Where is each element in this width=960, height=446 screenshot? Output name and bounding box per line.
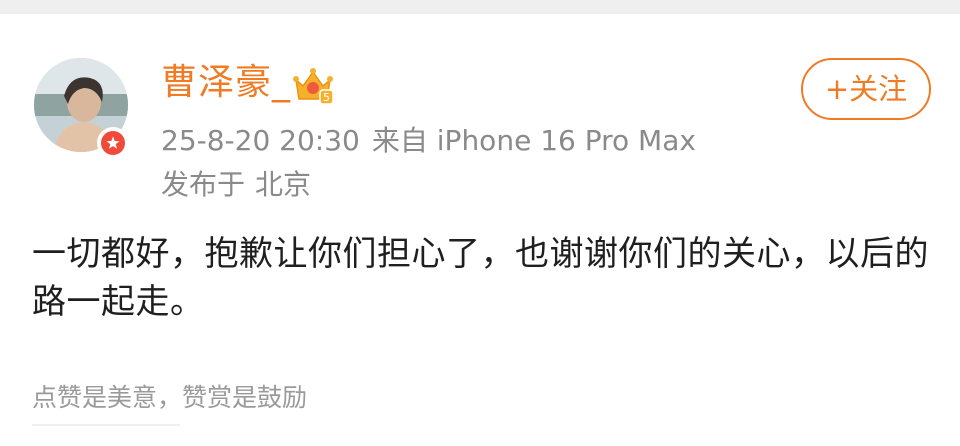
location-prefix: 发布于 [161, 168, 246, 201]
verified-badge-icon [97, 127, 129, 159]
author-name[interactable]: 曹泽豪_ [161, 61, 291, 105]
post-source[interactable]: 来自 iPhone 16 Pro Max [372, 124, 696, 157]
reward-hint: 点赞是美意，赞赏是鼓励 [32, 383, 308, 412]
post-meta: 25-8-20 20:30 来自 iPhone 16 Pro Max [161, 124, 696, 158]
location-city: 北京 [255, 168, 312, 201]
post-timestamp: 25-8-20 20:30 [161, 124, 360, 157]
follow-button[interactable]: +关注 [801, 58, 931, 120]
vip-level: 5 [323, 91, 330, 104]
divider [32, 424, 180, 426]
top-strip [0, 0, 960, 14]
post-card: 曹泽豪_ 5 +关注 25-8-20 20:30 来自 iPhone 16 Pro… [0, 14, 960, 446]
post-location: 发布于 北京 [161, 168, 311, 202]
vip-crown-icon[interactable]: 5 [291, 66, 335, 106]
post-body-text: 一切都好，抱歉让你们担心了，也谢谢你们的关心，以后的路一起走。 [32, 234, 929, 322]
